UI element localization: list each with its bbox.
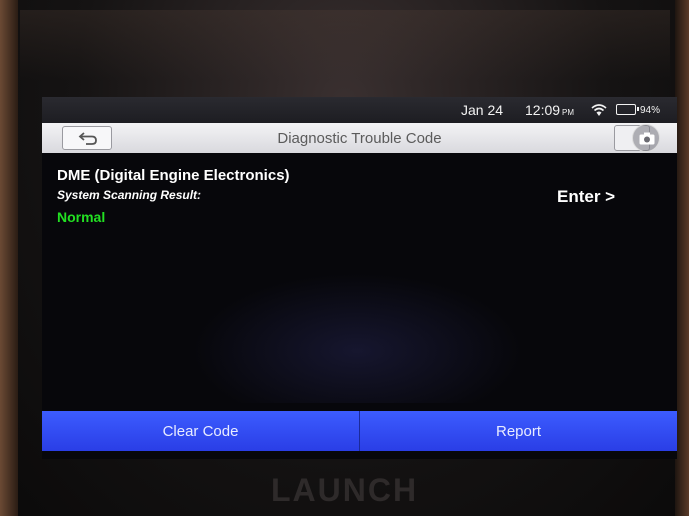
wifi-icon	[591, 104, 607, 116]
status-date: Jan 24	[461, 102, 504, 118]
background-edge-left	[0, 0, 18, 516]
title-bar: Diagnostic Trouble Code	[42, 123, 677, 153]
scan-result-status: Normal	[57, 209, 106, 225]
status-time-value: 12:09	[525, 102, 561, 118]
brand-logo: LAUNCH	[270, 472, 419, 508]
bottom-action-bar: Clear Code Report	[42, 411, 677, 451]
page-title: Diagnostic Trouble Code	[277, 130, 442, 147]
battery-percent: 94%	[640, 105, 661, 116]
status-ampm: PM	[562, 108, 575, 117]
status-bar: Jan 24 12:09 PM 94%	[42, 97, 677, 123]
battery-icon	[616, 104, 639, 115]
screen-reflection	[192, 273, 522, 403]
status-time: 12:09 PM	[525, 102, 574, 118]
enter-button[interactable]: Enter >	[557, 187, 615, 207]
system-name: DME (Digital Engine Electronics)	[57, 167, 290, 184]
camera-icon[interactable]	[632, 124, 660, 152]
scan-result-label: System Scanning Result:	[57, 188, 202, 202]
bezel-glare	[20, 10, 670, 80]
background-edge-right	[675, 0, 689, 516]
scan-result-panel: DME (Digital Engine Electronics) System …	[42, 153, 677, 411]
report-button[interactable]: Report	[360, 411, 677, 451]
clear-code-button[interactable]: Clear Code	[42, 411, 359, 451]
device-screen: Jan 24 12:09 PM 94% Diagnostic Trouble Co…	[42, 97, 677, 459]
